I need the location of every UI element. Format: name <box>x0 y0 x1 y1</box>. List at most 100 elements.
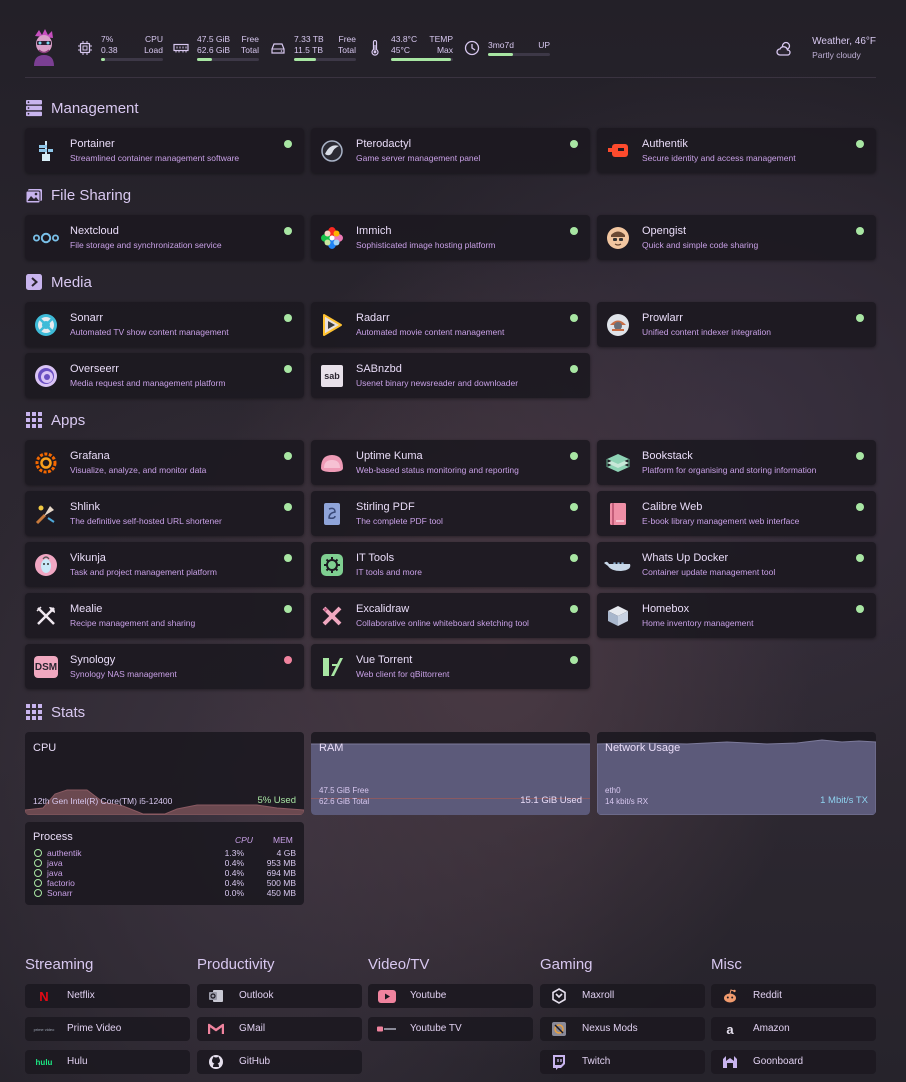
service-card-grafana[interactable]: Grafana Visualize, analyze, and monitor … <box>25 440 304 485</box>
bookmark-label: Hulu <box>67 1056 88 1067</box>
service-card-prowlarr[interactable]: Prowlarr Unified content indexer integra… <box>597 302 876 347</box>
process-mem: 953 MB <box>266 858 296 868</box>
service-name: Vikunja <box>70 552 106 564</box>
grafana-icon <box>33 450 59 476</box>
service-card-calibre-web[interactable]: Calibre Web E-book library management we… <box>597 491 876 536</box>
immich-icon <box>319 225 345 251</box>
ram-total-label: Total <box>241 45 259 55</box>
service-card-bookstack[interactable]: Bookstack Platform for organising and st… <box>597 440 876 485</box>
bookmark-hulu[interactable]: hulu Hulu <box>25 1050 190 1074</box>
bookmark-twitch[interactable]: Twitch <box>540 1050 705 1074</box>
radarr-icon <box>319 312 345 338</box>
process-status-icon <box>34 869 42 877</box>
temp-widget: 43.8°C TEMP 45°C Max <box>391 34 453 61</box>
goonboard-icon <box>719 1054 741 1070</box>
service-card-overseerr[interactable]: Overseerr Media request and management p… <box>25 353 304 398</box>
bookmark-group-videotv-title: Video/TV <box>368 956 430 973</box>
process-mem: 694 MB <box>266 868 296 878</box>
cpu-bar <box>101 58 163 61</box>
process-mem: 500 MB <box>266 878 296 888</box>
service-card-uptime-kuma[interactable]: Uptime Kuma Web-based status monitoring … <box>311 440 590 485</box>
whats-up-docker-icon <box>603 552 633 578</box>
service-name: Homebox <box>642 603 690 615</box>
service-card-pterodactyl[interactable]: Pterodactyl Game server management panel <box>311 128 590 173</box>
temp-max-label: Max <box>436 45 453 55</box>
service-name: Vue Torrent <box>356 654 413 666</box>
bookmark-github[interactable]: GitHub <box>197 1050 362 1074</box>
service-card-vue-torrent[interactable]: Vue Torrent Web client for qBittorrent <box>311 644 590 689</box>
service-card-excalidraw[interactable]: Excalidraw Collaborative online whiteboa… <box>311 593 590 638</box>
ram-total: 62.6 GiB Total <box>319 797 370 806</box>
bookmark-label: GMail <box>239 1023 266 1034</box>
bookmark-label: Twitch <box>582 1056 611 1067</box>
service-card-immich[interactable]: Immich Sophisticated image hosting platf… <box>311 215 590 260</box>
thermometer-icon <box>371 40 379 56</box>
weather-widget[interactable]: Weather, 46°F Partly cloudy <box>812 36 876 60</box>
process-mem-header: MEM <box>273 835 293 845</box>
service-card-whats-up-docker[interactable]: Whats Up Docker Container update managem… <box>597 542 876 587</box>
service-name: Radarr <box>356 312 390 324</box>
disk-widget: 7.33 TB Free 11.5 TB Total <box>294 34 356 61</box>
service-card-vikunja[interactable]: Vikunja Task and project management plat… <box>25 542 304 587</box>
service-card-homebox[interactable]: Homebox Home inventory management <box>597 593 876 638</box>
status-indicator <box>284 656 292 664</box>
service-name: Opengist <box>642 225 687 237</box>
ram-free: 47.5 GiB Free <box>319 786 369 795</box>
service-description: Sophisticated image hosting platform <box>356 240 496 250</box>
service-card-it-tools[interactable]: IT Tools IT tools and more <box>311 542 590 587</box>
process-cpu: 0.4% <box>224 868 244 878</box>
service-description: The complete PDF tool <box>356 516 443 526</box>
hulu-icon: hulu <box>35 1057 53 1067</box>
process-widget: Process CPU MEM authentik 1.3% 4 GB java 0.… <box>25 822 304 905</box>
stat-title: RAM <box>319 742 344 754</box>
bookmark-reddit[interactable]: Reddit <box>711 984 876 1008</box>
bookmark-netflix[interactable]: N Netflix <box>25 984 190 1008</box>
bookmark-maxroll[interactable]: Maxroll <box>540 984 705 1008</box>
service-card-shlink[interactable]: Shlink The definitive self-hosted URL sh… <box>25 491 304 536</box>
process-cpu: 0.4% <box>224 878 244 888</box>
service-description: Recipe management and sharing <box>70 618 196 628</box>
bookmark-goonboard[interactable]: Goonboard <box>711 1050 876 1074</box>
bookmark-gmail[interactable]: GMail <box>197 1017 362 1041</box>
bookmark-outlook[interactable]: Outlook <box>197 984 362 1008</box>
gmail-icon <box>205 1021 227 1037</box>
service-card-opengist[interactable]: Opengist Quick and simple code sharing <box>597 215 876 260</box>
process-name: java <box>47 868 63 878</box>
overseerr-icon <box>33 363 59 389</box>
process-name: factorio <box>47 878 75 888</box>
service-card-sonarr[interactable]: Sonarr Automated TV show content managem… <box>25 302 304 347</box>
service-card-synology[interactable]: DSM Synology Synology NAS management <box>25 644 304 689</box>
section-title: Management <box>51 99 139 117</box>
bookmark-label: Prime Video <box>67 1023 122 1034</box>
service-card-stirling-pdf[interactable]: Stirling PDF The complete PDF tool <box>311 491 590 536</box>
status-indicator <box>856 452 864 460</box>
uptime-widget: 3mo7d UP <box>488 40 550 56</box>
section-stats: Stats <box>25 703 85 721</box>
bookmark-youtube-tv[interactable]: Youtube TV <box>368 1017 533 1041</box>
process-mem: 450 MB <box>266 888 296 898</box>
amazon-logo-text: a <box>726 1021 734 1037</box>
disk-free-label: Free <box>338 34 356 44</box>
bookmark-prime-video[interactable]: prime video Prime Video <box>25 1017 190 1041</box>
bookmark-nexus-mods[interactable]: Nexus Mods <box>540 1017 705 1041</box>
service-card-mealie[interactable]: Mealie Recipe management and sharing <box>25 593 304 638</box>
bookmark-youtube[interactable]: Youtube <box>368 984 533 1008</box>
service-card-portainer[interactable]: Portainer Streamlined container manageme… <box>25 128 304 173</box>
cpu-load: 0.38 <box>101 45 118 55</box>
uptime-bar <box>488 53 550 56</box>
cpu-icon <box>78 41 92 55</box>
service-card-sabnzbd[interactable]: sab SABnzbd Usenet binary newsreader and… <box>311 353 590 398</box>
service-card-radarr[interactable]: Radarr Automated movie content managemen… <box>311 302 590 347</box>
service-card-authentik[interactable]: Authentik Secure identity and access man… <box>597 128 876 173</box>
avatar-icon <box>34 29 54 66</box>
service-card-nextcloud[interactable]: Nextcloud File storage and synchronizati… <box>25 215 304 260</box>
twitch-icon <box>548 1054 570 1070</box>
section-apps: Apps <box>25 411 85 429</box>
bookmark-group-gaming-title: Gaming <box>540 956 593 973</box>
service-description: Automated TV show content management <box>70 327 229 337</box>
temp-value: 43.8°C <box>391 34 418 44</box>
cpu-percent: 7% <box>101 34 114 44</box>
bookmark-amazon[interactable]: a Amazon <box>711 1017 876 1041</box>
service-description: Game server management panel <box>356 153 481 163</box>
ram-used: 15.1 GiB Used <box>520 795 582 806</box>
